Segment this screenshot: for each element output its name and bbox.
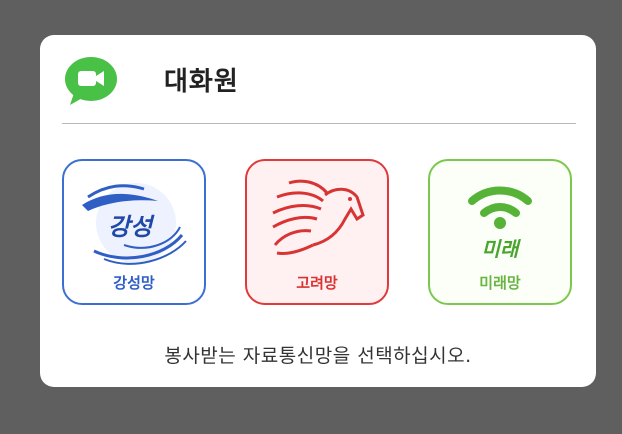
instruction-text: 봉사받는 자료통신망을 선택하십시오. — [164, 345, 472, 367]
dialog-header: 대화원 — [40, 35, 596, 123]
option-label-gangseong: 강성망 — [113, 274, 155, 292]
network-options: 강성 강성망 고려망 미래 미래망 — [62, 159, 576, 309]
wave-logo-icon: 강성 — [82, 183, 187, 265]
divider — [62, 123, 576, 124]
network-option-mirae[interactable]: 미래 미래망 — [428, 159, 572, 305]
option-label-goryeo: 고려망 — [296, 274, 338, 292]
network-option-gangseong[interactable]: 강성 강성망 — [62, 159, 206, 305]
network-select-dialog: 대화원 강성 강성망 고려망 미래 미래망 봉사받는 자료통신망을 선택하십시오… — [40, 35, 596, 387]
gangseong-logo-text: 강성 — [108, 213, 155, 241]
dialog-title: 대화원 — [164, 67, 239, 97]
horse-logo-icon — [272, 179, 365, 255]
mirae-logo-text: 미래 — [482, 237, 521, 261]
video-call-icon — [65, 57, 117, 105]
option-label-mirae: 미래망 — [479, 274, 521, 292]
network-option-goryeo[interactable]: 고려망 — [245, 159, 389, 305]
wifi-icon: 미래 — [468, 186, 532, 261]
